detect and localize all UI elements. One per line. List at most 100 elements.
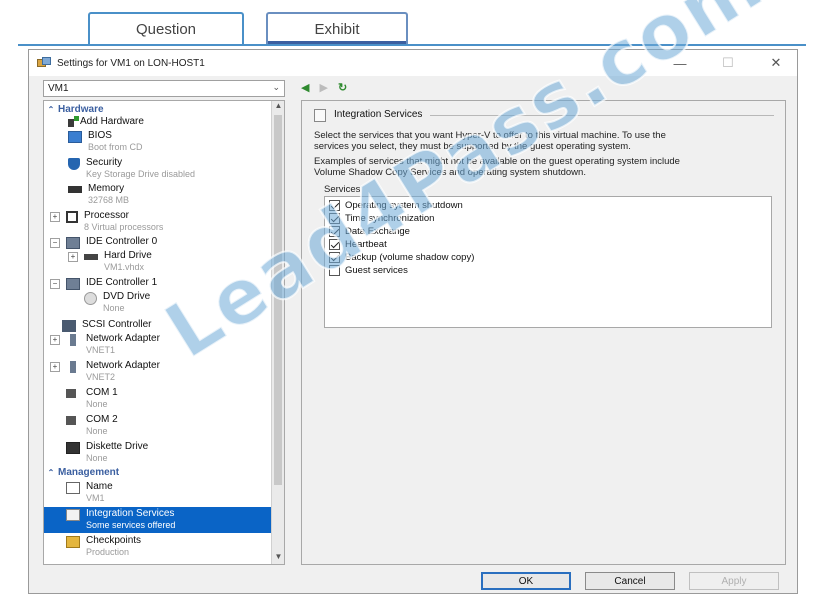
memory-icon: [68, 186, 82, 193]
service-item[interactable]: Data Exchange: [325, 225, 771, 238]
tree-item-scsi-controller[interactable]: SCSI Controller: [44, 319, 272, 332]
com-port-icon: [66, 389, 76, 398]
expand-icon[interactable]: +: [50, 212, 60, 222]
chevron-down-icon: ⌄: [272, 82, 280, 92]
tree-scrollbar[interactable]: ▲ ▼: [271, 101, 284, 564]
heading-rule: [430, 114, 774, 116]
tree-item-label: IDE Controller 0: [86, 236, 158, 247]
section-hardware[interactable]: ⌃ Hardware: [44, 103, 272, 116]
tree-item-processor[interactable]: + Processor 8 Virtual processors: [44, 210, 272, 233]
tree-item-label: Hard Drive: [104, 250, 152, 261]
service-checkbox[interactable]: [329, 265, 340, 276]
tree-item-sublabel: VM1.vhdx: [104, 262, 145, 272]
forward-arrow-icon[interactable]: ▶: [319, 81, 327, 94]
tree-item-dvd-drive[interactable]: DVD Drive None: [44, 291, 272, 314]
service-checkbox[interactable]: [329, 226, 340, 237]
service-label: Data Exchange: [345, 226, 410, 237]
tree-item-bios[interactable]: BIOS Boot from CD: [44, 130, 272, 153]
close-button[interactable]: ✕: [761, 54, 791, 72]
tree-item-com-2[interactable]: COM 2 None: [44, 414, 272, 437]
tree-item-hard-drive[interactable]: + Hard Drive VM1.vhdx: [44, 250, 272, 273]
service-checkbox[interactable]: [329, 200, 340, 211]
tree-item-label: Integration Services: [86, 508, 175, 519]
expand-icon[interactable]: +: [50, 362, 60, 372]
tree-item-label: Network Adapter: [86, 333, 160, 344]
tree-item-label: Memory: [88, 183, 125, 194]
scroll-down-icon[interactable]: ▼: [273, 552, 284, 564]
tree-item-network-adapter-1[interactable]: + Network Adapter VNET1: [44, 333, 272, 356]
examples-line: Volume Shadow Copy Services and operatin…: [314, 167, 586, 178]
apply-button[interactable]: Apply: [689, 572, 779, 590]
service-checkbox[interactable]: [329, 239, 340, 250]
network-adapter-icon: [70, 361, 76, 373]
tree-item-sublabel: None: [103, 303, 125, 313]
tree-item-label: SCSI Controller: [82, 319, 152, 330]
services-label: Services: [324, 184, 361, 195]
expand-icon[interactable]: +: [68, 252, 78, 262]
scroll-thumb[interactable]: [274, 115, 282, 485]
description-line: Select the services that you want Hyper-…: [314, 130, 666, 141]
checkpoints-icon: [66, 536, 80, 548]
tree-item-ide-controller-1[interactable]: − IDE Controller 1: [44, 277, 272, 290]
shield-icon: [68, 158, 80, 170]
tree-item-label: Network Adapter: [86, 360, 160, 371]
service-checkbox[interactable]: [329, 252, 340, 263]
name-icon: [66, 482, 80, 494]
tab-exhibit[interactable]: Exhibit: [266, 12, 408, 44]
service-item[interactable]: Time synchronization: [325, 212, 771, 225]
tree-item-network-adapter-2[interactable]: + Network Adapter VNET2: [44, 360, 272, 383]
tree-item-sublabel: None: [86, 426, 108, 436]
ok-button[interactable]: OK: [481, 572, 571, 590]
service-item[interactable]: Operating system shutdown: [325, 199, 771, 212]
scroll-up-icon[interactable]: ▲: [273, 101, 284, 113]
processor-icon: [66, 211, 78, 223]
scsi-controller-icon: [62, 320, 76, 332]
tree-item-label: Add Hardware: [80, 116, 144, 127]
tree-item-sublabel: Some services offered: [86, 520, 176, 530]
cancel-button[interactable]: Cancel: [585, 572, 675, 590]
tree-item-name[interactable]: Name VM1: [44, 481, 272, 504]
tree-item-com-1[interactable]: COM 1 None: [44, 387, 272, 410]
settings-window: Settings for VM1 on LON-HOST1 — ☐ ✕ VM1 …: [28, 49, 798, 594]
tree-item-ide-controller-0[interactable]: − IDE Controller 0: [44, 236, 272, 249]
service-label: Operating system shutdown: [345, 200, 463, 211]
tree-item-label: DVD Drive: [103, 291, 151, 302]
section-management[interactable]: ⌃ Management: [44, 466, 272, 479]
tab-question[interactable]: Question: [88, 12, 244, 44]
collapse-icon: ⌃: [47, 468, 55, 477]
tab-divider: [18, 44, 806, 46]
hyperv-settings-icon: [37, 57, 51, 69]
back-arrow-icon[interactable]: ◀: [301, 81, 309, 94]
com-port-icon: [66, 416, 76, 425]
tree-item-checkpoints[interactable]: Checkpoints Production: [44, 535, 272, 558]
maximize-button[interactable]: ☐: [713, 54, 743, 72]
vm-selector[interactable]: VM1 ⌄: [43, 80, 285, 97]
tree-item-sublabel: VM1: [86, 493, 105, 503]
tree-item-sublabel: Production: [86, 547, 130, 557]
network-adapter-icon: [70, 334, 76, 346]
ide-controller-icon: [66, 278, 80, 290]
tree-item-sublabel: VNET1: [86, 345, 116, 355]
bios-icon: [68, 131, 82, 143]
diskette-icon: [66, 442, 80, 454]
tree-item-diskette-drive[interactable]: Diskette Drive None: [44, 441, 272, 464]
service-item[interactable]: Backup (volume shadow copy): [325, 251, 771, 264]
collapse-icon[interactable]: −: [50, 279, 60, 289]
service-item[interactable]: Heartbeat: [325, 238, 771, 251]
tree-item-integration-services[interactable]: Integration Services Some services offer…: [44, 507, 272, 533]
examples-paragraph: Examples of services that might not be a…: [314, 156, 769, 178]
tree-item-sublabel: Boot from CD: [88, 142, 143, 152]
section-management-label: Management: [58, 467, 120, 478]
minimize-button[interactable]: —: [665, 54, 695, 72]
tree-item-memory[interactable]: Memory 32768 MB: [44, 183, 272, 206]
collapse-icon[interactable]: −: [50, 238, 60, 248]
tree-item-security[interactable]: Security Key Storage Drive disabled: [44, 157, 272, 180]
tree-item-add-hardware[interactable]: Add Hardware: [44, 116, 272, 128]
examples-line: Examples of services that might not be a…: [314, 156, 680, 167]
ide-controller-icon: [66, 237, 80, 249]
expand-icon[interactable]: +: [50, 335, 60, 345]
service-checkbox[interactable]: [329, 213, 340, 224]
service-item[interactable]: Guest services: [325, 264, 771, 277]
refresh-icon[interactable]: ↻: [338, 81, 347, 94]
tree-item-label: IDE Controller 1: [86, 277, 158, 288]
